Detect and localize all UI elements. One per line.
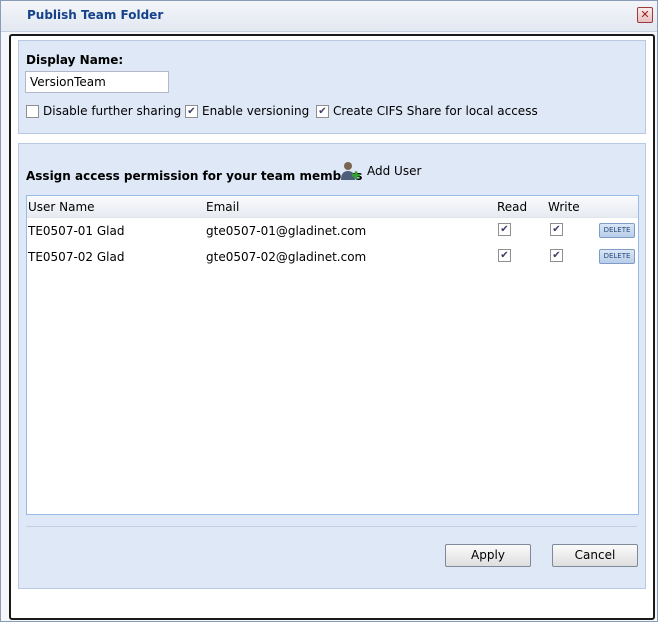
disable-sharing-label: Disable further sharing xyxy=(43,104,182,118)
column-email[interactable]: Email xyxy=(206,200,239,214)
enable-versioning-checkbox[interactable]: ✔ xyxy=(185,104,198,118)
user-name-cell: TE0507-01 Glad xyxy=(28,224,125,238)
dialog-title: Publish Team Folder xyxy=(27,8,164,22)
user-name-cell: TE0507-02 Glad xyxy=(28,250,125,264)
enable-versioning-option[interactable]: ✔ Enable versioning xyxy=(185,103,309,119)
column-user-name[interactable]: User Name xyxy=(28,200,95,214)
cifs-share-checkbox[interactable]: ✔ xyxy=(316,104,329,118)
delete-user-button[interactable]: DELETE xyxy=(599,249,635,264)
display-name-label: Display Name: xyxy=(26,53,124,67)
disable-sharing-option[interactable]: Disable further sharing xyxy=(26,103,181,119)
read-checkbox[interactable]: ✔ xyxy=(498,223,511,236)
add-user-label: Add User xyxy=(367,164,422,178)
settings-panel: Display Name: Disable further sharing ✔ … xyxy=(18,40,646,134)
column-read[interactable]: Read xyxy=(497,200,527,214)
delete-user-button[interactable]: DELETE xyxy=(599,223,635,238)
email-cell: gte0507-02@gladinet.com xyxy=(206,250,367,264)
add-user-icon xyxy=(341,162,360,180)
cancel-button[interactable]: Cancel xyxy=(552,544,638,567)
display-name-input[interactable] xyxy=(25,71,169,93)
disable-sharing-checkbox[interactable] xyxy=(26,104,39,118)
column-write[interactable]: Write xyxy=(548,200,580,214)
permissions-heading: Assign access permission for your team m… xyxy=(26,169,363,183)
table-row: TE0507-02 Glad gte0507-02@gladinet.com ✔… xyxy=(27,244,638,270)
enable-versioning-label: Enable versioning xyxy=(202,104,310,118)
divider xyxy=(26,526,637,527)
dialog-titlebar[interactable]: Publish Team Folder ✕ xyxy=(1,1,657,32)
cifs-share-label: Create CIFS Share for local access xyxy=(333,104,538,118)
close-icon[interactable]: ✕ xyxy=(637,7,653,23)
write-checkbox[interactable]: ✔ xyxy=(550,249,563,262)
publish-team-folder-dialog: Publish Team Folder ✕ Display Name: Disa… xyxy=(0,0,658,622)
dialog-body: Display Name: Disable further sharing ✔ … xyxy=(9,34,655,620)
add-user-button[interactable]: Add User xyxy=(339,158,421,184)
members-grid: User Name Email Read Write TE0507-01 Gla… xyxy=(26,195,639,515)
cifs-share-option[interactable]: ✔ Create CIFS Share for local access xyxy=(316,103,538,119)
table-row: TE0507-01 Glad gte0507-01@gladinet.com ✔… xyxy=(27,218,638,244)
apply-button[interactable]: Apply xyxy=(445,544,531,567)
permissions-panel: Assign access permission for your team m… xyxy=(18,143,646,589)
grid-header: User Name Email Read Write xyxy=(27,196,638,218)
email-cell: gte0507-01@gladinet.com xyxy=(206,224,367,238)
read-checkbox[interactable]: ✔ xyxy=(498,249,511,262)
write-checkbox[interactable]: ✔ xyxy=(550,223,563,236)
